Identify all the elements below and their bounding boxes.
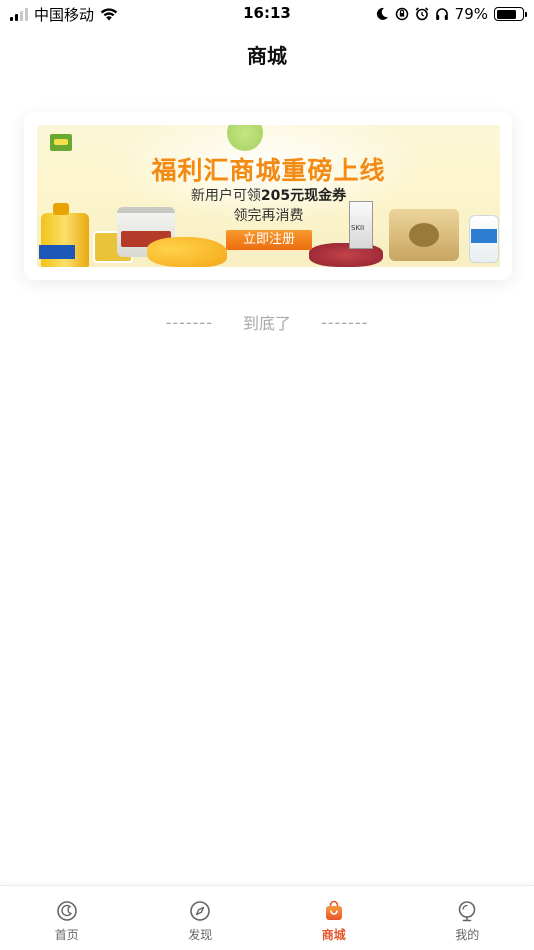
tab-label: 首页 [54,928,79,942]
end-dash-right: ------- [321,312,369,332]
register-button[interactable]: 立即注册 [226,230,312,250]
oil-bottle-cap [53,203,69,215]
mango-image [147,237,227,267]
headphones-icon [435,8,448,20]
tab-mine[interactable]: 我的 [401,886,534,950]
promo-banner[interactable]: 福利汇商城重磅上线 新用户可领205元现金券 领完再消费 SKII 立即注册 [37,125,500,267]
banner-subtitle-prefix: 新用户可领 [190,188,261,204]
status-right: 79% [375,4,527,24]
tab-label: 我的 [455,928,480,942]
tab-label: 商城 [321,928,346,942]
banner-subtitle-amount: 205元现金券 [260,188,347,204]
promo-banner-card[interactable]: 福利汇商城重磅上线 新用户可领205元现金券 领完再消费 SKII 立即注册 [24,112,512,280]
battery-icon [494,7,527,21]
home-icon [56,901,77,921]
banner-headline: 福利汇商城重磅上线 [151,156,386,185]
brand-logo [50,134,72,151]
list-end-indicator: ------- 到底了 ------- [0,310,534,334]
bottom-tab-bar: 首页 发现 商城 我的 [0,885,534,950]
skii-label: SKII [351,224,365,232]
gift-box-image [389,209,459,261]
tab-mall[interactable]: 商城 [267,886,401,950]
battery-level [496,9,517,19]
shopping-bag-icon [325,900,342,920]
end-text: 到底了 [242,314,291,333]
supplement-bottle-label [471,229,497,243]
tab-discover[interactable]: 发现 [134,886,268,950]
battery-percent: 79% [454,5,488,23]
status-bar: 中国移动 16:13 79% [0,0,534,28]
alarm-icon [415,7,428,21]
tab-home[interactable]: 首页 [0,886,134,950]
skii-bottle-image: SKII [349,201,373,249]
oil-bottle-label [39,245,75,259]
page-title: 商城 [247,44,287,68]
compass-icon [190,901,211,921]
tab-label: 发现 [188,928,213,942]
rotation-lock-icon [395,7,408,21]
profile-icon [458,901,476,922]
moon-icon [376,7,388,20]
end-dash-left: ------- [165,312,213,332]
banner-subtitle: 新用户可领205元现金券 [37,185,500,205]
